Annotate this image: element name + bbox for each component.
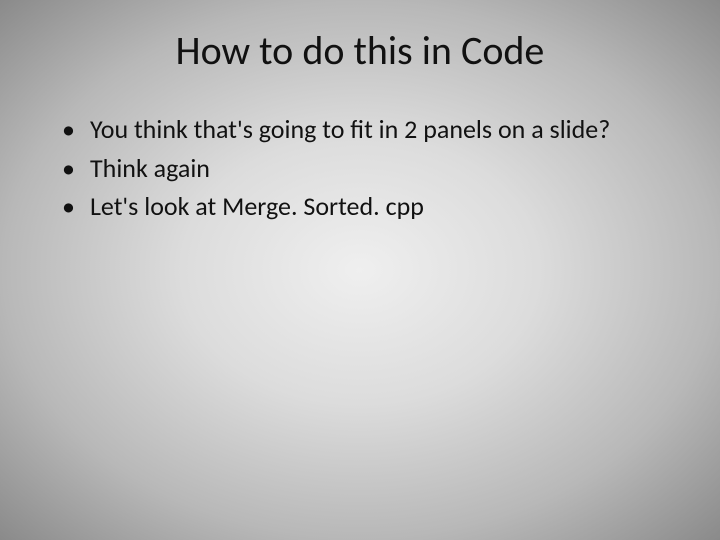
slide: How to do this in Code You think that's … xyxy=(0,0,720,540)
slide-title: How to do this in Code xyxy=(0,0,720,75)
list-item: Let's look at Merge. Sorted. cpp xyxy=(62,190,680,223)
list-item: Think again xyxy=(62,152,680,185)
slide-body: You think that's going to fit in 2 panel… xyxy=(0,75,720,223)
bullet-list: You think that's going to fit in 2 panel… xyxy=(62,113,680,223)
list-item: You think that's going to fit in 2 panel… xyxy=(62,113,680,146)
